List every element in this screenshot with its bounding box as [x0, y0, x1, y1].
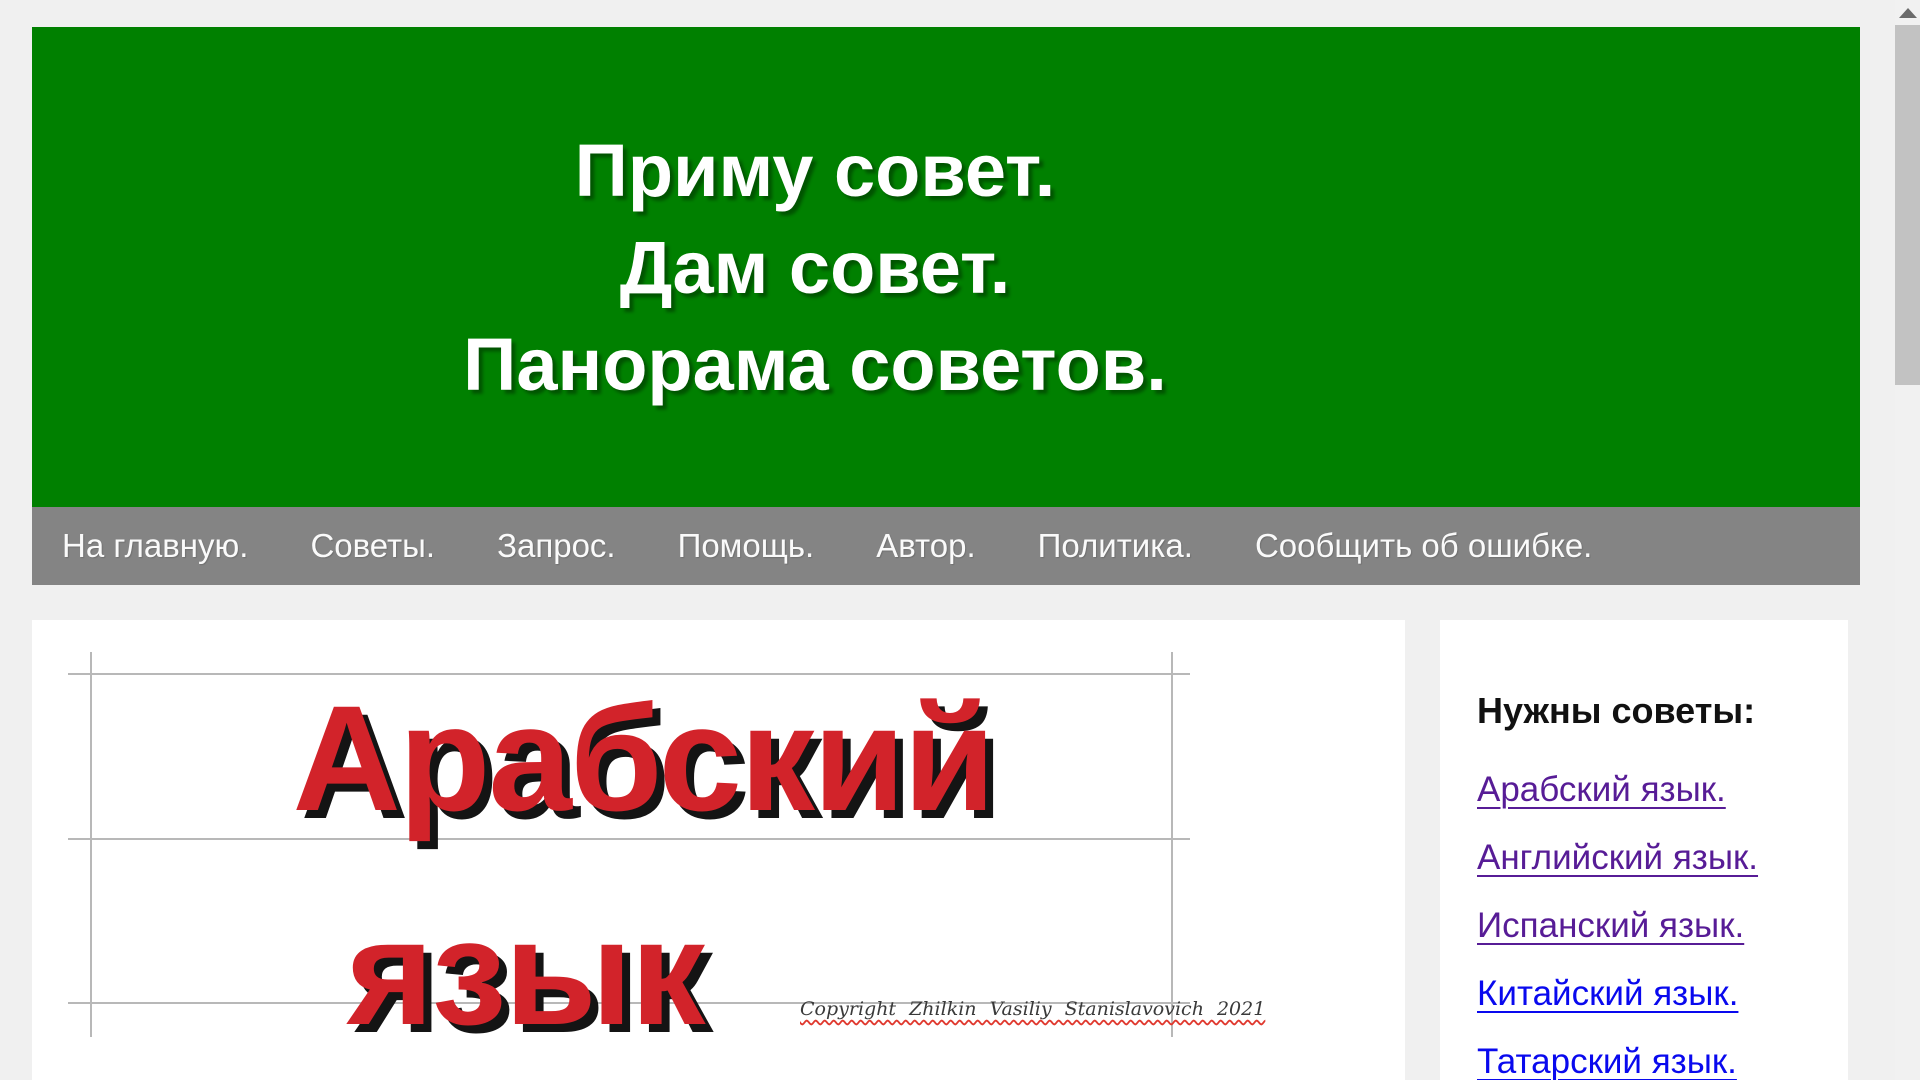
slogan-line-1: Приму совет.: [32, 122, 1598, 219]
nav-item-author[interactable]: Автор.: [876, 527, 975, 565]
scrollbar-thumb[interactable]: [1895, 25, 1920, 385]
scroll-up-arrow-icon: [1899, 8, 1917, 18]
nav-item-policy[interactable]: Политика.: [1038, 527, 1193, 565]
site-slogan: Приму совет. Дам совет. Панорама советов…: [32, 122, 1598, 413]
image-copyright-signature: Copyright Zhilkin Vasiliy Stanislavovich…: [800, 998, 1200, 1020]
scroll-up-button[interactable]: [1895, 0, 1920, 24]
main-content-panel: Арабский язык Copyright Zhilkin Vasiliy …: [32, 620, 1405, 1080]
sidebar-link-english[interactable]: Английский язык.: [1477, 838, 1758, 878]
sidebar-heading: Нужны советы:: [1477, 690, 1755, 732]
slogan-line-3: Панорама советов.: [32, 316, 1598, 413]
sidebar-link-arabic[interactable]: Арабский язык.: [1477, 770, 1726, 810]
site-banner: Приму совет. Дам совет. Панорама советов…: [32, 27, 1860, 507]
sidebar-link-tatar[interactable]: Татарский язык.: [1477, 1042, 1737, 1080]
nav-item-report-error[interactable]: Сообщить об ошибке.: [1255, 527, 1592, 565]
main-nav: На главную. Советы. Запрос. Помощь. Авто…: [32, 507, 1860, 585]
nav-item-home[interactable]: На главную.: [62, 527, 248, 565]
sidebar: Нужны советы: Арабский язык. Английский …: [1440, 620, 1848, 1080]
nav-item-help[interactable]: Помощь.: [678, 527, 815, 565]
article-image-title-line1: Арабский: [32, 678, 1254, 838]
vertical-scrollbar[interactable]: [1895, 0, 1920, 1080]
nav-item-request[interactable]: Запрос.: [497, 527, 616, 565]
nav-item-advice[interactable]: Советы.: [310, 527, 435, 565]
sidebar-link-spanish[interactable]: Испанский язык.: [1477, 906, 1744, 946]
sidebar-link-chinese[interactable]: Китайский язык.: [1477, 974, 1738, 1014]
article-image-title-line2: язык: [32, 892, 1018, 1052]
slogan-line-2: Дам совет.: [32, 219, 1598, 316]
